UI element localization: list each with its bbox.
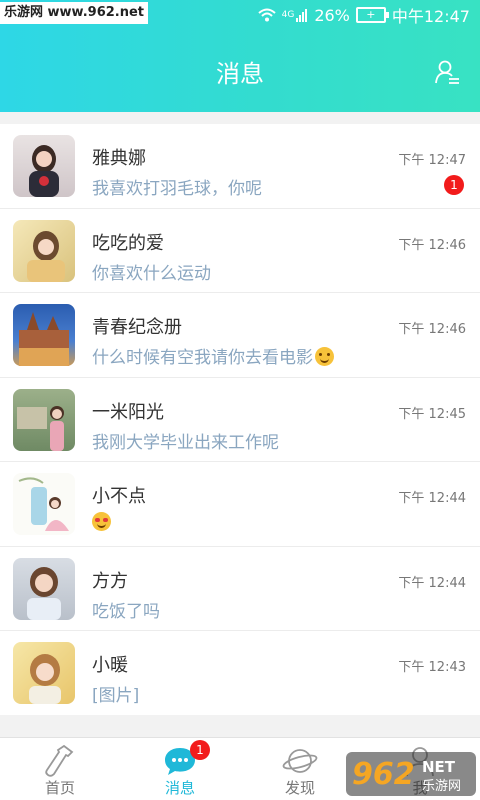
conversation-row[interactable]: 小暖 [图片] 下午 12:43 xyxy=(0,631,480,715)
avatar xyxy=(13,304,75,366)
status-bar: 乐游网 www.962.net 4G 26% + 中午12:47 xyxy=(0,0,480,28)
conversation-row[interactable]: 青春纪念册 什么时候有空我请你去看电影 下午 12:46 xyxy=(0,293,480,378)
tab-label: 发现 xyxy=(284,779,315,797)
message-time: 下午 12:45 xyxy=(398,406,466,422)
message-time: 下午 12:44 xyxy=(398,575,466,591)
avatar xyxy=(13,557,75,620)
network-type: 4G xyxy=(281,10,295,20)
avatar xyxy=(13,388,75,451)
conversation-row[interactable]: 雅典娜 我喜欢打羽毛球，你呢 下午 12:47 1 xyxy=(0,124,480,209)
logo-caption: 乐游网 xyxy=(422,779,461,794)
message-preview: 你喜欢什么运动 xyxy=(92,263,211,284)
conversation-row[interactable]: 吃吃的爱 你喜欢什么运动 下午 12:46 xyxy=(0,209,480,293)
unread-badge: 1 xyxy=(444,175,464,195)
message-time: 下午 12:46 xyxy=(398,322,466,337)
header-bar: 乐游网 www.962.net 4G 26% + 中午12:47 消息 xyxy=(0,0,480,112)
message-preview xyxy=(92,512,111,533)
tab-home[interactable]: 首页 xyxy=(0,738,120,800)
logo-suffix: NET xyxy=(422,758,456,776)
tab-label: 消息 xyxy=(164,779,195,797)
battery-percent: 26% xyxy=(314,5,350,25)
message-text: 什么时候有空我请你去看电影 xyxy=(92,348,313,368)
signal-icon xyxy=(296,9,308,22)
message-preview: 我刚大学毕业出来工作呢 xyxy=(92,432,279,453)
contacts-icon[interactable] xyxy=(434,59,460,85)
tab-label: 首页 xyxy=(44,779,75,797)
page-title: 消息 xyxy=(216,60,264,88)
message-preview: 吃饭了吗 xyxy=(92,601,160,622)
avatar xyxy=(13,473,75,535)
message-preview: 我喜欢打羽毛球，你呢 xyxy=(92,179,262,199)
avatar xyxy=(13,642,75,704)
message-time: 下午 12:43 xyxy=(398,660,466,675)
contact-name: 青春纪念册 xyxy=(92,317,182,338)
tab-messages[interactable]: 1 消息 xyxy=(120,738,240,800)
avatar xyxy=(13,219,75,282)
site-logo: 962 NET 乐游网 xyxy=(346,752,476,796)
bottom-tab-bar: 首页 1 消息 发现 我 962 NET 乐游网 xyxy=(0,737,480,800)
conversation-row[interactable]: 方方 吃饭了吗 下午 12:44 xyxy=(0,547,480,631)
message-time: 下午 12:44 xyxy=(398,491,466,506)
contact-name: 雅典娜 xyxy=(92,148,146,169)
avatar xyxy=(13,135,75,197)
contact-name: 小不点 xyxy=(92,486,146,507)
tab-unread-badge: 1 xyxy=(190,740,210,760)
clock: 中午12:47 xyxy=(391,7,470,26)
message-preview: [图片] xyxy=(92,686,140,706)
battery-icon: + xyxy=(355,7,389,23)
wifi-icon xyxy=(257,8,276,22)
contact-name: 方方 xyxy=(92,570,128,592)
contact-name: 吃吃的爱 xyxy=(92,232,164,254)
contact-name: 一米阳光 xyxy=(92,401,164,423)
watermark-label: 乐游网 www.962.net xyxy=(0,2,149,24)
tab-discover[interactable]: 发现 xyxy=(240,738,360,800)
message-time: 下午 12:47 xyxy=(398,153,466,168)
bottle-icon xyxy=(45,744,74,777)
conversation-list: 雅典娜 我喜欢打羽毛球，你呢 下午 12:47 1 吃吃的爱 你喜欢什么运动 下… xyxy=(0,124,480,715)
smile-emoji-icon xyxy=(315,347,334,366)
contact-name: 小暖 xyxy=(92,655,128,676)
conversation-row[interactable]: 一米阳光 我刚大学毕业出来工作呢 下午 12:45 xyxy=(0,378,480,462)
logo-number: 962 xyxy=(352,757,415,792)
message-preview: 什么时候有空我请你去看电影 xyxy=(92,343,334,368)
message-time: 下午 12:46 xyxy=(398,237,466,253)
heart-eyes-emoji-icon xyxy=(92,512,111,531)
status-indicators: 4G 26% + 中午12:47 xyxy=(257,3,470,27)
conversation-row[interactable]: 小不点 下午 12:44 xyxy=(0,462,480,547)
planet-icon xyxy=(282,749,318,773)
